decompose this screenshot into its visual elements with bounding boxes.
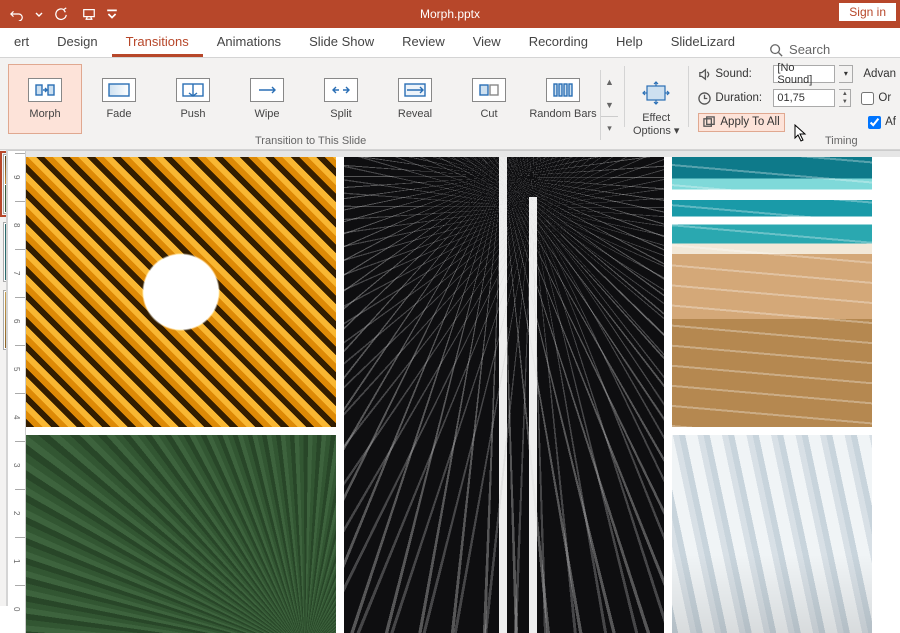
transition-reveal[interactable]: Reveal — [378, 64, 452, 134]
slide-image-beach[interactable] — [672, 157, 872, 427]
slide-image-bridge[interactable] — [344, 157, 664, 633]
advance-label-partial: Advan — [863, 68, 896, 80]
tab-slidelizard[interactable]: SlideLizard — [657, 28, 749, 57]
present-from-start-button[interactable] — [78, 3, 100, 25]
group-label-transition: Transition to This Slide — [255, 135, 366, 147]
transition-label: Cut — [480, 108, 497, 120]
sound-dropdown-arrow[interactable]: ▾ — [839, 65, 853, 83]
slide-image-leaf[interactable] — [26, 435, 336, 633]
on-click-label-partial: Or — [878, 92, 891, 104]
clock-icon — [698, 92, 711, 105]
duration-input[interactable]: 01,75 — [773, 89, 835, 107]
transition-label: Morph — [29, 108, 60, 120]
sound-label: Sound: — [715, 68, 769, 80]
editing-area: 161514131211109876543210123456789101112 … — [0, 150, 900, 606]
tab-review[interactable]: Review — [388, 28, 459, 57]
slide-thumbnails-panel — [0, 150, 7, 606]
search-box[interactable]: Search — [769, 42, 830, 57]
redo-button[interactable] — [50, 3, 72, 25]
after-checkbox[interactable] — [868, 116, 881, 129]
gallery-expand-button[interactable]: ▾ — [601, 116, 618, 140]
undo-button[interactable] — [6, 3, 28, 25]
gallery-down-button[interactable]: ▼ — [601, 93, 618, 116]
slide-image-facade[interactable] — [672, 435, 872, 633]
slide-canvas[interactable] — [26, 151, 900, 633]
tab-animations[interactable]: Animations — [203, 28, 295, 57]
document-title: Morph.pptx — [420, 7, 480, 21]
transition-cut[interactable]: Cut — [452, 64, 526, 134]
apply-to-all-label: Apply To All — [720, 116, 779, 128]
push-icon — [176, 78, 210, 102]
on-mouse-click-checkbox[interactable] — [861, 92, 874, 105]
transition-label: Split — [330, 108, 351, 120]
title-bar: Morph.pptx Sign in — [0, 0, 900, 28]
timing-group: Sound: [No Sound] ▾ Advan Duration: 01,7… — [694, 58, 900, 149]
duration-label: Duration: — [715, 92, 769, 104]
vertical-ruler: 9876543210 — [8, 151, 26, 633]
tab-help[interactable]: Help — [602, 28, 657, 57]
random-bars-icon — [546, 78, 580, 102]
transition-label: Push — [180, 108, 205, 120]
slide-image-building[interactable] — [26, 157, 336, 427]
sound-icon — [698, 68, 711, 81]
gallery-up-button[interactable]: ▲ — [601, 70, 618, 93]
tab-transitions[interactable]: Transitions — [112, 28, 203, 57]
tab-recording[interactable]: Recording — [515, 28, 602, 57]
quick-access-toolbar — [0, 3, 118, 25]
transition-label: Random Bars — [529, 108, 596, 120]
split-icon — [324, 78, 358, 102]
tab-view[interactable]: View — [459, 28, 515, 57]
search-label: Search — [789, 42, 830, 57]
qat-customize-dropdown[interactable] — [106, 3, 118, 25]
search-icon — [769, 43, 783, 57]
ribbon-tabs: ert Design Transitions Animations Slide … — [0, 28, 900, 58]
transition-label: Fade — [106, 108, 131, 120]
transition-wipe[interactable]: Wipe — [230, 64, 304, 134]
transition-push[interactable]: Push — [156, 64, 230, 134]
apply-to-all-button[interactable]: Apply To All — [698, 113, 784, 132]
slide-content — [26, 157, 900, 633]
effect-options-button[interactable]: Effect Options ▾ — [631, 58, 682, 149]
tab-insert-partial[interactable]: ert — [0, 28, 43, 57]
transition-fade[interactable]: Fade — [82, 64, 156, 134]
reveal-icon — [398, 78, 432, 102]
group-label-timing: Timing — [825, 135, 858, 147]
apply-all-icon — [703, 116, 716, 129]
after-label-partial: Af — [885, 116, 896, 128]
duration-spinner[interactable]: ▲▼ — [839, 89, 851, 107]
morph-icon — [28, 78, 62, 102]
sound-dropdown[interactable]: [No Sound] — [773, 65, 835, 83]
transition-label: Reveal — [398, 108, 432, 120]
ribbon-transitions: Morph Fade Push Wipe Split Reveal Cut R — [0, 58, 900, 150]
undo-dropdown[interactable] — [34, 3, 44, 25]
sign-in-button[interactable]: Sign in — [839, 3, 896, 21]
transition-random-bars[interactable]: Random Bars — [526, 64, 600, 134]
tab-slide-show[interactable]: Slide Show — [295, 28, 388, 57]
gallery-scroll: ▲ ▼ ▾ — [600, 70, 618, 140]
cut-icon — [472, 78, 506, 102]
transition-morph[interactable]: Morph — [8, 64, 82, 134]
wipe-icon — [250, 78, 284, 102]
transition-label: Wipe — [254, 108, 279, 120]
effect-options-label: Effect Options ▾ — [633, 112, 680, 136]
fade-icon — [102, 78, 136, 102]
tab-design[interactable]: Design — [43, 28, 111, 57]
transition-split[interactable]: Split — [304, 64, 378, 134]
effect-options-icon — [641, 80, 671, 108]
slide-canvas-area: 161514131211109876543210123456789101112 … — [8, 150, 900, 606]
